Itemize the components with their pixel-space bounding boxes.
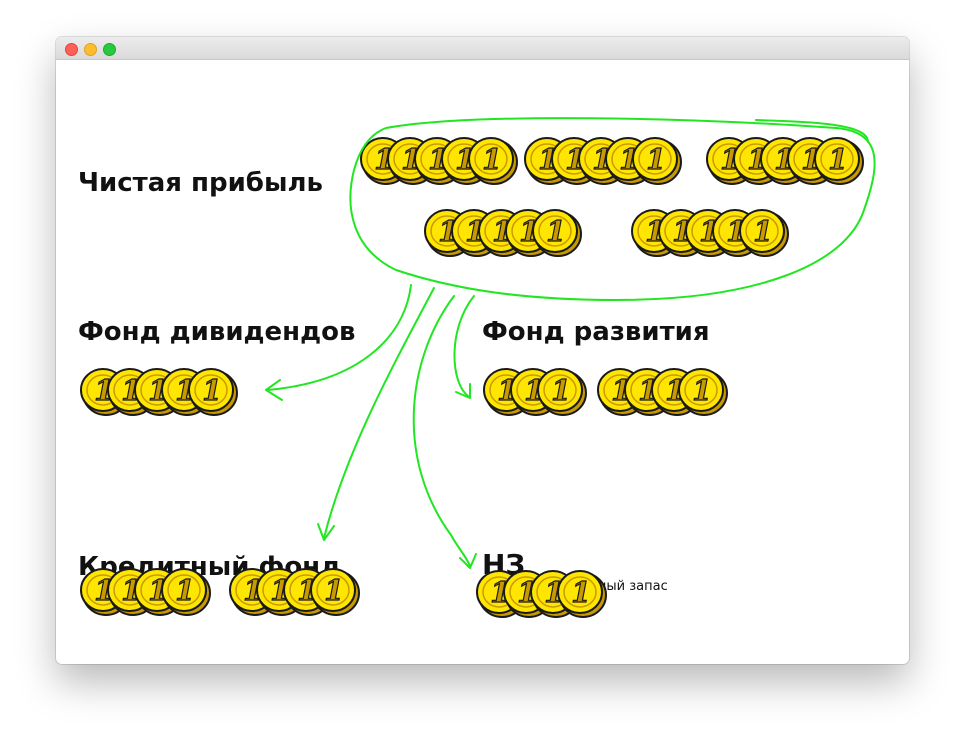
coin-icon: 1 [468, 137, 518, 185]
coin-symbol: 1 [692, 374, 711, 407]
diagram-canvas: Чистая прибыль 11111 11111 11111 11111 1… [56, 60, 909, 664]
dividend-fund-label: Фонд дивидендов [78, 317, 356, 347]
coin-symbol: 1 [175, 574, 194, 607]
development-fund-label: Фонд развития [482, 317, 710, 347]
close-button[interactable] [65, 43, 78, 56]
arrow-to-reserve-fund [412, 295, 471, 567]
coin-icon: 1 [161, 568, 211, 616]
coin-symbol: 1 [646, 143, 665, 176]
arrow-to-development-fund-head [455, 383, 471, 399]
net-profit-coins-5: 11111 [629, 206, 793, 264]
dividend-fund-coins: 11111 [78, 365, 242, 423]
arrow-to-dividend-fund-head [265, 379, 283, 401]
net-profit-coins-2: 11111 [522, 134, 686, 192]
net-profit-label: Чистая прибыль [78, 168, 323, 198]
development-fund-coins-2: 1111 [595, 365, 732, 423]
coin-icon: 1 [310, 568, 360, 616]
coin-icon: 1 [557, 570, 607, 618]
arrow-to-development-fund [453, 295, 475, 397]
title-bar [56, 37, 909, 60]
coin-icon: 1 [739, 209, 789, 257]
app-window: Чистая прибыль 11111 11111 11111 11111 1… [56, 37, 909, 664]
coin-symbol: 1 [828, 143, 847, 176]
credit-fund-coins-1: 1111 [78, 565, 215, 623]
credit-fund-coins-2: 1111 [227, 565, 364, 623]
arrow-to-reserve-fund-head [459, 553, 477, 569]
coin-symbol: 1 [482, 143, 501, 176]
coin-symbol: 1 [753, 215, 772, 248]
coin-symbol: 1 [551, 374, 570, 407]
coin-icon: 1 [537, 368, 587, 416]
arrow-to-credit-fund-head [317, 523, 335, 541]
development-fund-coins-1: 111 [481, 365, 591, 423]
coin-icon: 1 [678, 368, 728, 416]
coin-icon: 1 [188, 368, 238, 416]
net-profit-coins-4: 11111 [422, 206, 586, 264]
net-profit-coins-3: 11111 [704, 134, 868, 192]
coin-icon: 1 [532, 209, 582, 257]
reserve-fund-coins: 1111 [474, 567, 611, 625]
zoom-button[interactable] [103, 43, 116, 56]
net-profit-coins-1: 11111 [358, 134, 522, 192]
coin-symbol: 1 [571, 576, 590, 609]
coin-symbol: 1 [202, 374, 221, 407]
coin-icon: 1 [814, 137, 864, 185]
minimize-button[interactable] [84, 43, 97, 56]
coin-icon: 1 [632, 137, 682, 185]
coin-symbol: 1 [324, 574, 343, 607]
coin-symbol: 1 [546, 215, 565, 248]
